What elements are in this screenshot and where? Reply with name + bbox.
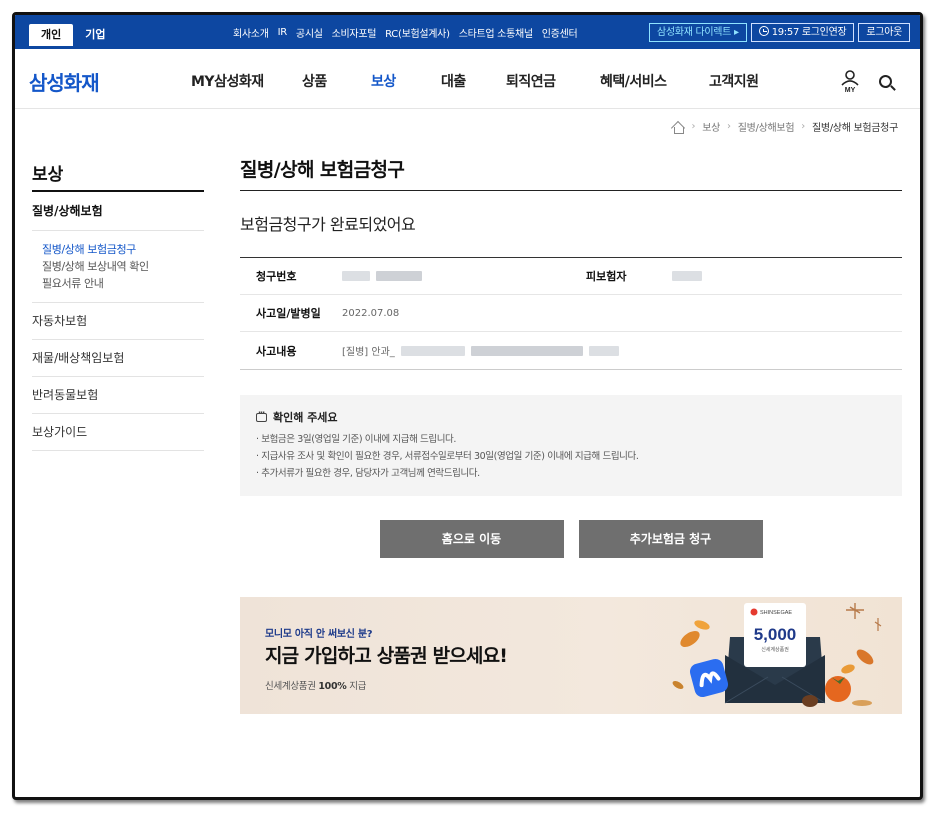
notice-box: 확인해 주세요 · 보험금은 3일(영업일 기준) 이내에 지급해 드립니다. … xyxy=(240,395,902,496)
search-icon[interactable] xyxy=(879,75,892,88)
sidebar-item-guide[interactable]: 보상가이드 xyxy=(32,414,204,451)
table-row: 사고내용 [질병] 안과_ xyxy=(240,332,902,369)
link-company[interactable]: 회사소개 xyxy=(233,25,269,40)
nav-products[interactable]: 상품 xyxy=(302,71,327,91)
redacted-text xyxy=(672,271,702,281)
content-label: 사고내용 xyxy=(256,344,297,358)
direct-button[interactable]: 삼성화재 다이렉트 ▸ xyxy=(649,23,747,42)
content-prefix: [질병] 안과_ xyxy=(342,347,395,358)
claim-no-value xyxy=(342,271,570,281)
redacted-text xyxy=(470,345,583,356)
sidebar-item-property[interactable]: 재물/배상책임보험 xyxy=(32,340,204,377)
additional-claim-button[interactable]: 추가보험금 청구 xyxy=(578,520,763,558)
chevron-right-icon: › xyxy=(691,121,696,132)
redacted-text xyxy=(342,271,370,281)
utility-links: 회사소개 IR 공시실 소비자포털 RC(보험설계사) 스타트업 소통채널 인증… xyxy=(233,15,578,49)
notice-header: 확인해 주세요 xyxy=(256,408,886,425)
banner-sub-suffix: 지급 xyxy=(346,681,367,692)
redacted-text xyxy=(376,271,422,281)
link-ir[interactable]: IR xyxy=(278,27,288,38)
tab-personal[interactable]: 개인 xyxy=(29,24,74,46)
sidebar-item-auto[interactable]: 자동차보험 xyxy=(32,303,204,340)
link-startup[interactable]: 스타트업 소통채널 xyxy=(459,25,533,40)
link-disclosure[interactable]: 공시실 xyxy=(296,25,323,40)
redacted-text xyxy=(400,345,465,356)
sidebar-group-disease: 질병/상해보험 질병/상해 보험금청구 질병/상해 보상내역 확인 필요서류 안… xyxy=(32,192,204,303)
gift-card-illustration: SHINSEGAE 5,000 신세계상품권 xyxy=(672,603,882,707)
sidebar-subitem-history[interactable]: 질병/상해 보상내역 확인 xyxy=(42,258,204,275)
my-icon[interactable]: MY xyxy=(839,69,861,93)
card-caption: 신세계상품권 xyxy=(761,646,789,653)
card-amount: 5,000 xyxy=(754,625,797,644)
sidebar-subitem-documents[interactable]: 필요서류 안내 xyxy=(42,275,204,292)
breadcrumb-current: 질병/상해 보험금청구 xyxy=(811,123,898,134)
sidebar-submenu: 질병/상해 보험금청구 질병/상해 보상내역 확인 필요서류 안내 xyxy=(32,230,204,302)
login-extend-button[interactable]: 19:57 로그인연장 xyxy=(750,23,855,42)
chevron-right-icon: › xyxy=(801,121,805,132)
main-content: 질병/상해 보험금청구 보험금청구가 완료되었어요 청구번호 피보험자 사고일/… xyxy=(240,155,902,714)
nav-loans[interactable]: 대출 xyxy=(441,71,466,91)
login-extend-label: 19:57 로그인연장 xyxy=(771,27,847,38)
clock-icon xyxy=(758,26,769,36)
card-brand: SHINSEGAE xyxy=(760,610,792,616)
tab-business[interactable]: 기업 xyxy=(73,24,117,46)
sidebar-title: 보상 xyxy=(32,160,204,192)
banner-sub-prefix: 신세계상품권 xyxy=(265,681,319,692)
table-row: 사고일/발병일 2022.07.08 xyxy=(240,295,902,332)
nav-benefits[interactable]: 혜택/서비스 xyxy=(600,71,667,91)
redacted-text xyxy=(588,345,619,356)
nav-support[interactable]: 고객지원 xyxy=(709,71,759,91)
utility-bar: 개인 기업 회사소개 IR 공시실 소비자포털 RC(보험설계사) 스타트업 소… xyxy=(15,15,920,49)
sidebar: 보상 질병/상해보험 질병/상해 보험금청구 질병/상해 보상내역 확인 필요서… xyxy=(32,160,204,451)
home-icon[interactable] xyxy=(671,121,685,134)
sidebar-subitem-claim[interactable]: 질병/상해 보험금청구 xyxy=(42,241,204,258)
nav-my[interactable]: MY삼성화재 xyxy=(191,71,264,91)
browser-frame: 개인 기업 회사소개 IR 공시실 소비자포털 RC(보험설계사) 스타트업 소… xyxy=(12,12,923,800)
claim-info-table: 청구번호 피보험자 사고일/발병일 2022.07.08 사고내용 [질병] 안… xyxy=(240,257,902,370)
breadcrumb-item[interactable]: 보상 xyxy=(702,119,720,134)
breadcrumb-item[interactable]: 질병/상해보험 xyxy=(738,119,795,134)
content-value: [질병] 안과_ xyxy=(342,343,619,358)
notice-line: · 추가서류가 필요한 경우, 담당자가 고객님께 연락드립니다. xyxy=(256,468,480,479)
table-row: 청구번호 피보험자 xyxy=(240,258,902,295)
claim-no-label: 청구번호 xyxy=(256,270,297,283)
main-nav: 삼성화재 MY삼성화재 상품 보상 대출 퇴직연금 혜택/서비스 고객지원 MY xyxy=(15,49,920,109)
notice-line: · 보험금은 3일(영업일 기준) 이내에 지급해 드립니다. xyxy=(256,434,457,445)
insured-label: 피보험자 xyxy=(586,270,627,283)
nav-pension[interactable]: 퇴직연금 xyxy=(506,71,556,91)
chevron-right-icon: › xyxy=(727,121,731,132)
link-certificate[interactable]: 인증센터 xyxy=(542,25,578,40)
promo-banner[interactable]: 모니모 아직 안 써보신 분? 지금 가입하고 상품권 받으세요! 신세계상품권… xyxy=(240,597,902,714)
my-icon-label: MY xyxy=(845,87,856,93)
logout-button[interactable]: 로그아웃 xyxy=(858,23,910,42)
date-label: 사고일/발병일 xyxy=(256,307,321,320)
notice-line: · 지급사유 조사 및 확인이 필요한 경우, 서류접수일로부터 30일(영업일… xyxy=(256,451,639,462)
customer-type-tabs: 개인 기업 xyxy=(29,24,118,46)
banner-subtext: 신세계상품권 100% 지급 xyxy=(265,678,366,692)
sidebar-item-pet[interactable]: 반려동물보험 xyxy=(32,377,204,414)
date-value: 2022.07.08 xyxy=(342,307,400,319)
link-rc[interactable]: RC(보험설계사) xyxy=(385,25,450,40)
home-button[interactable]: 홈으로 이동 xyxy=(379,520,564,558)
nav-claims[interactable]: 보상 xyxy=(371,71,396,91)
page-title: 질병/상해 보험금청구 xyxy=(240,155,902,191)
banner-title: 지금 가입하고 상품권 받으세요! xyxy=(265,645,508,667)
utility-buttons: 삼성화재 다이렉트 ▸ 19:57 로그인연장 로그아웃 xyxy=(649,23,910,42)
breadcrumb: › 보상 › 질병/상해보험 › 질병/상해 보험금청구 xyxy=(671,119,898,134)
banner-sub-bold: 100% xyxy=(318,681,347,692)
notice-title: 확인해 주세요 xyxy=(273,411,338,424)
action-buttons: 홈으로 이동 추가보험금 청구 xyxy=(240,520,902,558)
insured-value xyxy=(672,271,702,281)
completion-message: 보험금청구가 완료되었어요 xyxy=(240,215,416,234)
banner-eyebrow: 모니모 아직 안 써보신 분? xyxy=(265,629,373,640)
logo[interactable]: 삼성화재 xyxy=(29,67,100,96)
link-consumer-portal[interactable]: 소비자포털 xyxy=(332,25,377,40)
speech-bubble-icon xyxy=(256,408,267,422)
sidebar-item-disease[interactable]: 질병/상해보험 xyxy=(32,192,204,230)
